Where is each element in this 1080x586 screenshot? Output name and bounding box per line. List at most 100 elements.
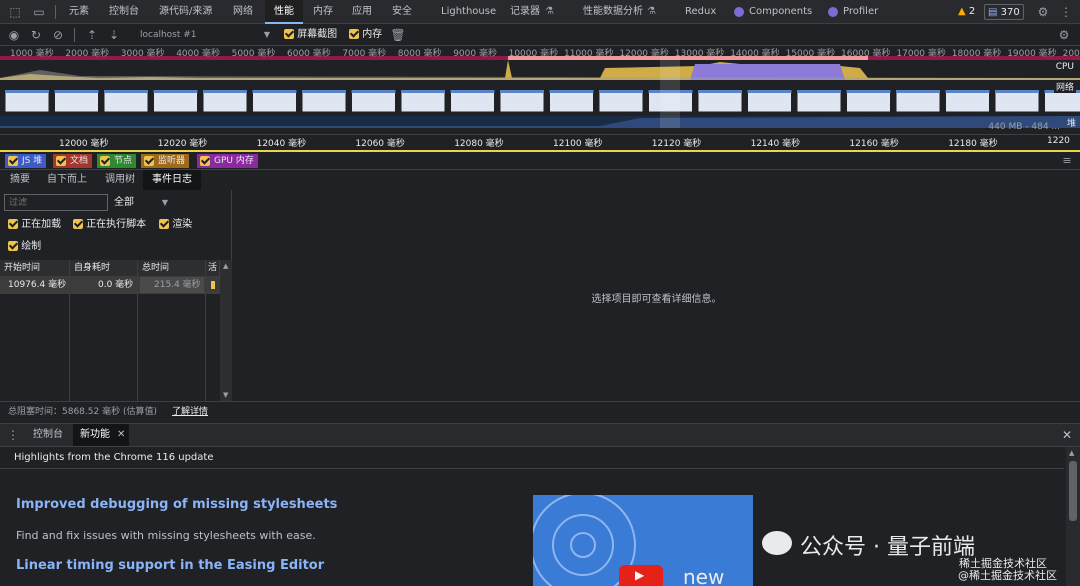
tab-performance-insights[interactable]: 性能数据分析 [576, 0, 650, 24]
screenshot-frame[interactable] [598, 89, 644, 113]
legend-checkbox[interactable] [56, 155, 66, 166]
screenshot-frame[interactable] [895, 89, 941, 113]
reload-icon[interactable]: ↻ [28, 24, 44, 46]
legend-checkbox[interactable] [100, 155, 110, 166]
scroll-up-icon[interactable]: ▲ [1069, 449, 1074, 457]
youtube-play-icon[interactable]: ▶ [619, 565, 663, 586]
screenshot-frame[interactable] [499, 89, 545, 113]
screenshots-toggle[interactable]: 屏幕截图 [284, 24, 337, 46]
capture-settings-gear-icon[interactable]: ⚙ [1056, 24, 1072, 46]
painting-filter[interactable]: 绘制 [8, 240, 41, 254]
tab-redux[interactable]: Redux [678, 0, 723, 24]
download-icon[interactable]: ⇣ [106, 24, 122, 46]
loading-checkbox[interactable] [8, 219, 18, 229]
tab-summary[interactable]: 摘要 [0, 170, 40, 190]
screenshot-frame[interactable] [301, 89, 347, 113]
more-options-icon[interactable]: ⋮ [1056, 0, 1076, 24]
tab-network[interactable]: 网络 [226, 0, 260, 24]
column-header-start-time[interactable]: 开始时间 [0, 260, 70, 276]
feature-title-link[interactable]: Improved debugging of missing stylesheet… [16, 497, 337, 512]
legend-item[interactable]: 节点 [97, 154, 137, 168]
close-tab-icon[interactable]: ✕ [117, 424, 125, 446]
tab-memory[interactable]: 内存 [306, 0, 340, 24]
screenshot-frame[interactable] [994, 89, 1040, 113]
legend-item[interactable]: JS 堆 [5, 154, 47, 168]
upload-icon[interactable]: ⇡ [84, 24, 100, 46]
timeline-overview[interactable]: 1000 毫秒 2000 毫秒 3000 毫秒 4000 毫秒 5000 毫秒 6000 … [0, 46, 1080, 134]
legend-item[interactable]: 文档 [53, 154, 93, 168]
scripting-checkbox[interactable] [73, 219, 83, 229]
screenshots-checkbox[interactable] [284, 29, 294, 39]
messages-badge[interactable]: ▤ 370 [984, 4, 1024, 20]
memory-checkbox[interactable] [349, 29, 359, 39]
tab-bottom-up[interactable]: 自下而上 [38, 170, 96, 190]
column-header-self-time[interactable]: 自身耗时 [70, 260, 138, 276]
warnings-badge[interactable]: ▲ 2 [955, 4, 978, 20]
legend-item[interactable]: GPU 内存 [197, 154, 258, 168]
feature-title-link[interactable]: Linear timing support in the Easing Edit… [16, 558, 324, 573]
garbage-collect-icon[interactable]: 🗑 [390, 24, 406, 46]
screenshot-frame[interactable] [54, 89, 99, 113]
screenshot-frame[interactable] [202, 89, 248, 113]
tab-recorder[interactable]: 记录器 [503, 0, 547, 24]
screenshot-frame[interactable] [945, 89, 990, 113]
screenshot-frame[interactable] [846, 89, 891, 113]
screenshot-frame[interactable] [103, 89, 149, 113]
screenshot-frame[interactable] [4, 89, 50, 113]
rendering-checkbox[interactable] [159, 219, 169, 229]
tab-sources[interactable]: 源代码/来源 [152, 0, 219, 24]
screenshot-frame[interactable] [351, 89, 396, 113]
screenshot-frame[interactable] [1044, 89, 1080, 113]
selection-window[interactable] [660, 56, 680, 128]
filter-input[interactable] [4, 194, 108, 211]
device-toolbar-icon[interactable]: ▭ [28, 0, 50, 24]
screenshot-frame[interactable] [796, 89, 842, 113]
record-icon[interactable]: ◉ [6, 24, 22, 46]
tab-call-tree[interactable]: 调用树 [96, 170, 144, 190]
tab-security[interactable]: 安全 [385, 0, 419, 24]
screenshot-frame[interactable] [697, 89, 743, 113]
screenshot-frame[interactable] [153, 89, 198, 113]
tab-components[interactable]: Components [742, 0, 819, 24]
panel-scrollbar[interactable]: ▲ [1066, 447, 1080, 586]
memory-toggle[interactable]: 内存 [349, 24, 382, 46]
drawer-tab-whats-new[interactable]: 新功能 ✕ [73, 424, 129, 446]
tab-performance[interactable]: 性能 [265, 0, 303, 24]
loading-filter[interactable]: 正在加载 [8, 218, 61, 232]
rendering-filter[interactable]: 渲染 [159, 218, 192, 232]
tab-profiler[interactable]: Profiler [836, 0, 885, 24]
column-header-activity[interactable]: 活 [206, 260, 220, 276]
table-row[interactable]: 10976.4 毫秒 0.0 毫秒 215.4 毫秒 [0, 276, 220, 294]
screenshot-frame[interactable] [252, 89, 297, 113]
legend-checkbox[interactable] [8, 155, 18, 166]
legend-checkbox[interactable] [200, 155, 210, 166]
target-select[interactable]: localhost #1 ▼ [132, 26, 274, 44]
drawer-tab-console[interactable]: 控制台 [26, 424, 70, 446]
column-header-total-time[interactable]: 总时间 [138, 260, 206, 276]
tab-elements[interactable]: 元素 [62, 0, 96, 24]
clear-icon[interactable]: ⊘ [50, 24, 66, 46]
tab-application[interactable]: 应用 [345, 0, 379, 24]
tab-console[interactable]: 控制台 [102, 0, 146, 24]
table-scrollbar[interactable]: ▲ ▼ [220, 260, 232, 401]
scroll-down-icon[interactable]: ▼ [223, 391, 228, 399]
inspect-element-icon[interactable]: ⬚ [4, 0, 26, 24]
painting-checkbox[interactable] [8, 241, 18, 251]
video-thumbnail[interactable]: ▶ new [533, 495, 753, 586]
scroll-up-icon[interactable]: ▲ [223, 262, 228, 270]
tab-lighthouse[interactable]: Lighthouse [434, 0, 503, 24]
hamburger-menu-icon[interactable]: ≡ [1060, 152, 1074, 170]
drawer-menu-icon[interactable]: ⋮ [6, 424, 20, 446]
category-select[interactable]: 全部 ▼ [114, 194, 172, 211]
scrollbar-thumb[interactable] [1069, 461, 1077, 521]
learn-more-link[interactable]: 了解详情 [172, 402, 208, 422]
legend-checkbox[interactable] [144, 155, 154, 166]
legend-item[interactable]: 监听器 [141, 154, 190, 168]
close-drawer-icon[interactable]: ✕ [1062, 424, 1072, 446]
scripting-filter[interactable]: 正在执行脚本 [73, 218, 146, 232]
screenshot-frame[interactable] [450, 89, 495, 113]
tab-event-log[interactable]: 事件日志 [143, 170, 201, 190]
settings-gear-icon[interactable]: ⚙ [1033, 0, 1053, 24]
screenshot-frame[interactable] [549, 89, 594, 113]
screenshot-frame[interactable] [400, 89, 446, 113]
